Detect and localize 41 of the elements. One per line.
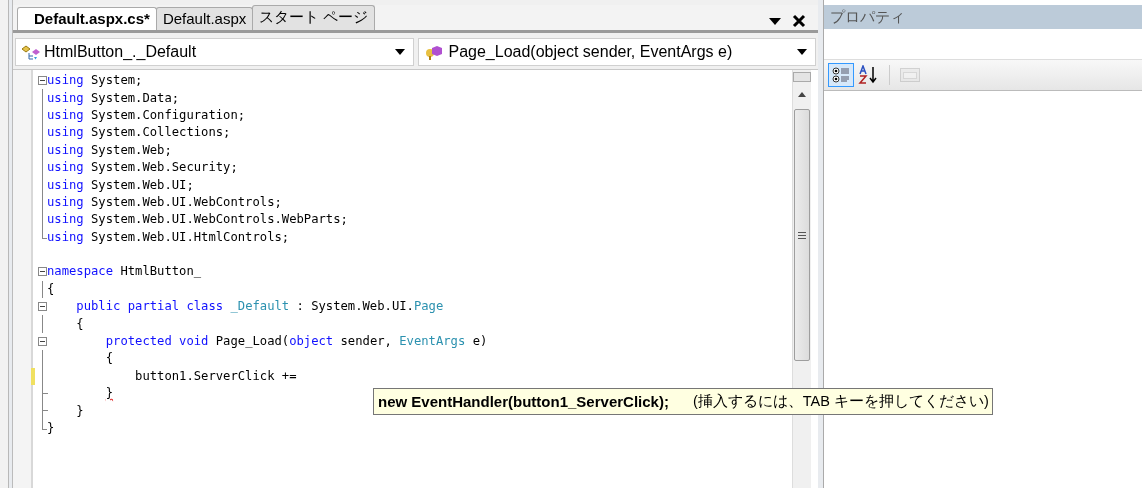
- collapse-icon[interactable]: [38, 337, 47, 347]
- code-line: using System.Web.UI;: [47, 176, 194, 194]
- code-line: using System;: [47, 72, 143, 90]
- panel-title: プロパティ: [824, 5, 1142, 29]
- code-line: }: [47, 420, 55, 437]
- code-line: namespace HtmlButton_: [47, 263, 202, 281]
- class-dropdown[interactable]: HtmlButton_._Default: [15, 38, 414, 66]
- collapse-icon[interactable]: [38, 302, 47, 312]
- code-line: }: [75, 402, 84, 420]
- code-line: using System.Configuration;: [47, 106, 246, 124]
- scroll-up-arrow-icon[interactable]: [798, 92, 806, 97]
- collapse-icon[interactable]: [38, 76, 47, 86]
- editor-tab[interactable]: Default.aspx.cs*: [17, 7, 157, 30]
- dropdown-arrow-icon[interactable]: [768, 16, 782, 26]
- code-line: using System.Web.Security;: [47, 159, 238, 177]
- code-line: button1.ServerClick +=: [134, 367, 297, 385]
- code-line: using System.Web.UI.HtmlControls;: [47, 228, 290, 246]
- scrollbar-thumb[interactable]: [794, 109, 810, 361]
- class-icon: [20, 44, 42, 60]
- code-line: using System.Data;: [47, 89, 180, 107]
- collapse-icon[interactable]: [38, 267, 47, 277]
- code-line: {: [47, 280, 55, 298]
- code-line: using System.Web.UI.WebControls.WebParts;: [47, 211, 348, 229]
- code-line: using System.Web.UI.WebControls;: [47, 193, 282, 211]
- code-line: protected void Page_Load(object sender, EventArgs e): [104, 333, 488, 351]
- code-line: using System.Web;: [47, 141, 172, 159]
- code-line: }: [104, 385, 114, 403]
- code-line: public partial class _Default : System.Web.UI.Page: [75, 298, 444, 316]
- caret-icon: [797, 49, 807, 55]
- code-line: {: [75, 315, 84, 333]
- insert-hint: (挿入するには、TAB キーを押してください): [692, 392, 989, 411]
- suggested-code: new EventHandler(button1_ServerClick);: [378, 393, 669, 410]
- member-dropdown[interactable]: Page_Load(object sender, EventArgs e): [417, 38, 816, 66]
- editor-tab[interactable]: スタート ページ: [252, 5, 376, 30]
- caret-icon: [394, 49, 405, 55]
- close-icon[interactable]: [792, 14, 806, 28]
- code-line: {: [104, 350, 114, 368]
- categorized-view-icon[interactable]: [828, 63, 854, 87]
- split-handle[interactable]: [793, 72, 811, 82]
- code-line: using System.Collections;: [47, 124, 231, 142]
- editor-tab[interactable]: Default.aspx: [155, 7, 254, 30]
